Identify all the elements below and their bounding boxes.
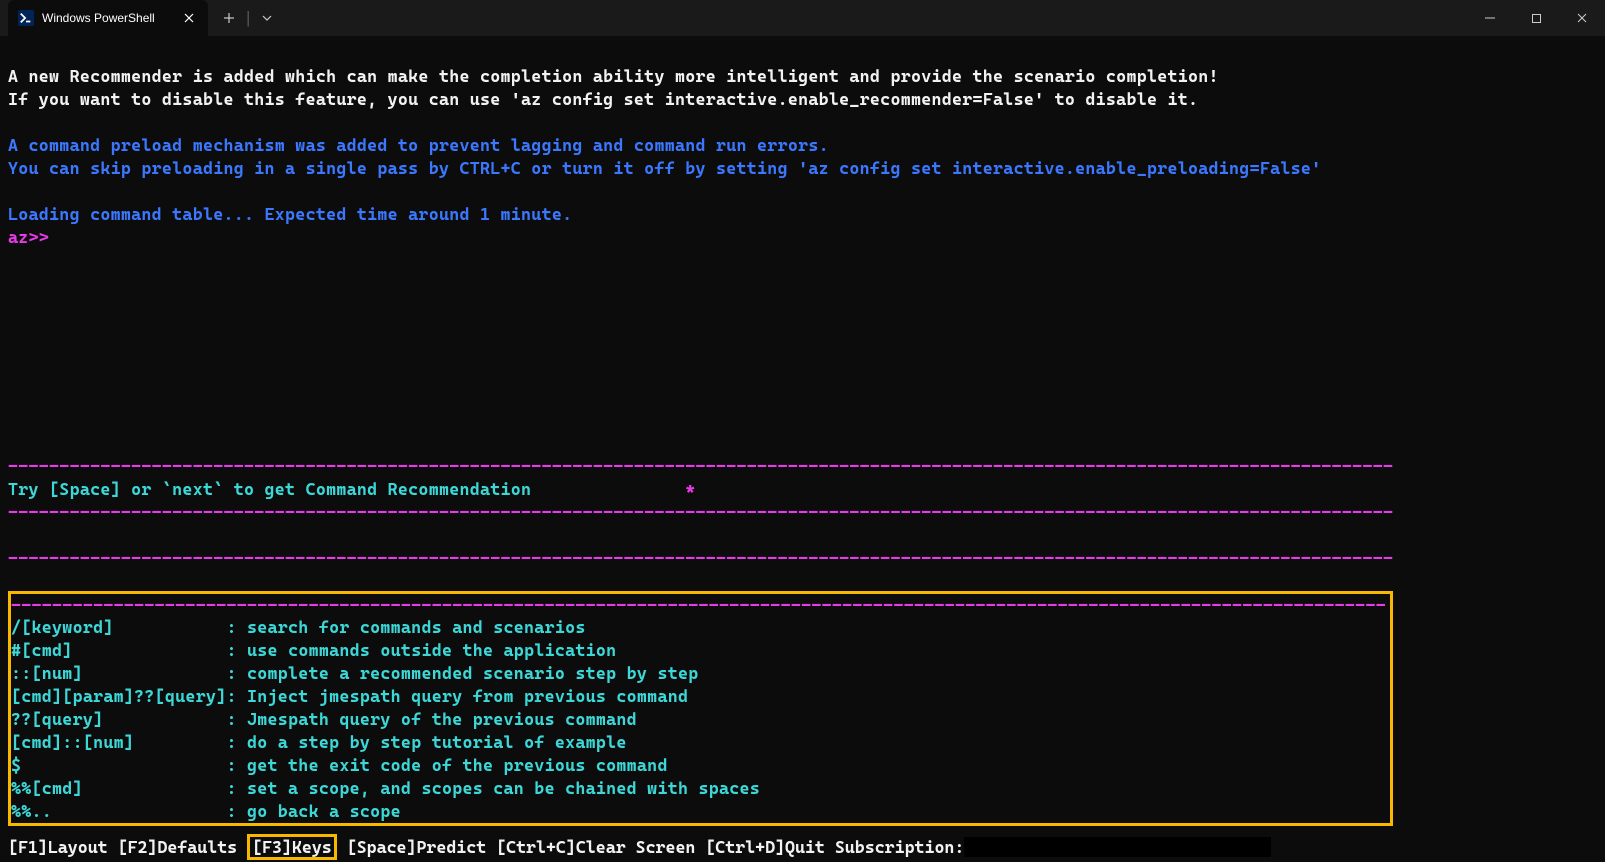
divider: ----------------------------------------… <box>8 456 1393 476</box>
powershell-icon <box>18 10 34 26</box>
divider: ----------------------------------------… <box>8 548 1393 568</box>
help-row: ??[query] : Jmespath query of the previo… <box>11 709 637 729</box>
recommendation-hint: Try [Space] or `next` to get Command Rec… <box>8 479 696 499</box>
divider-remainder: ----------------------------------------… <box>842 595 1386 615</box>
terminal-output[interactable]: A new Recommender is added which can mak… <box>0 36 1605 832</box>
tab-dropdown-button[interactable] <box>252 3 282 33</box>
help-row: %%.. : go back a scope <box>11 801 401 821</box>
star-icon: * <box>685 479 695 499</box>
ctrlc-clear[interactable]: [Ctrl+C]Clear Screen <box>496 837 695 857</box>
output-line: If you want to disable this feature, you… <box>8 89 1198 109</box>
help-row: %%[cmd] : set a scope, and scopes can be… <box>11 778 760 798</box>
help-row: #[cmd] : use commands outside the applic… <box>11 640 616 660</box>
space-predict[interactable]: [Space]Predict <box>347 837 486 857</box>
help-row: ::[num] : complete a recommended scenari… <box>11 663 699 683</box>
close-window-button[interactable] <box>1559 0 1605 36</box>
ctrld-quit[interactable]: [Ctrl+D]Quit <box>705 837 825 857</box>
window-controls <box>1467 0 1605 36</box>
output-line: You can skip preloading in a single pass… <box>8 158 1321 178</box>
prompt: az>> <box>8 227 49 247</box>
status-bar: [F1]Layout [F2]Defaults [F3]Keys [Space]… <box>0 832 1605 862</box>
help-row: /[keyword] : search for commands and sce… <box>11 617 586 637</box>
f1-layout[interactable]: [F1]Layout <box>8 837 108 857</box>
subscription-label: Subscription: <box>835 837 965 857</box>
new-tab-area: | <box>214 0 282 36</box>
divider: ----------------------------------------… <box>11 595 842 615</box>
divider: ----------------------------------------… <box>8 502 1393 522</box>
close-tab-icon[interactable] <box>180 9 198 27</box>
help-keys-panel: ----------------------------------------… <box>8 591 1393 826</box>
subscription-value <box>964 837 1271 857</box>
tab-left: Windows PowerShell <box>18 10 155 26</box>
tab-powershell[interactable]: Windows PowerShell <box>8 0 208 36</box>
help-row: [cmd]::[num] : do a step by step tutoria… <box>11 732 627 752</box>
tab-title: Windows PowerShell <box>42 11 155 25</box>
output-line: A command preload mechanism was added to… <box>8 135 829 155</box>
output-line: Loading command table... Expected time a… <box>8 204 572 224</box>
f2-defaults[interactable]: [F2]Defaults <box>118 837 238 857</box>
minimize-button[interactable] <box>1467 0 1513 36</box>
help-row: $ : get the exit code of the previous co… <box>11 755 668 775</box>
new-tab-button[interactable] <box>214 3 244 33</box>
maximize-button[interactable] <box>1513 0 1559 36</box>
help-row: [cmd][param]??[query]: Inject jmespath q… <box>11 686 688 706</box>
f3-keys[interactable]: [F3]Keys <box>247 834 337 860</box>
output-line: A new Recommender is added which can mak… <box>8 66 1219 86</box>
titlebar: Windows PowerShell | <box>0 0 1605 36</box>
